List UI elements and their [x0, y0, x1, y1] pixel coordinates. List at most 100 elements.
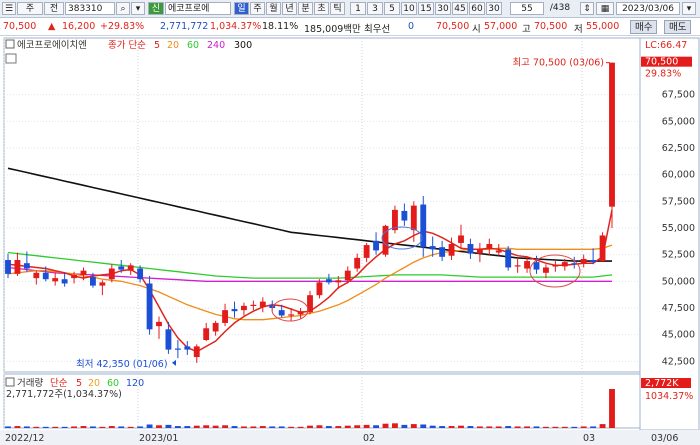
volume-percent: 1,034.37%: [210, 21, 262, 32]
turnover-rate: 18.11%: [262, 21, 299, 32]
volume-bar: [429, 425, 436, 428]
volume-bar: [590, 426, 597, 428]
candle-body: [250, 304, 257, 306]
candle-body: [505, 249, 512, 268]
open-label: 시: [472, 24, 481, 35]
interval-button-5[interactable]: 30: [435, 2, 451, 15]
y-tick-label: 60,000: [662, 170, 695, 181]
volume-bar: [146, 424, 153, 428]
legend-title: 에코프로에이치엔: [17, 39, 87, 51]
period-tab-1[interactable]: 주: [250, 2, 265, 15]
interval-button-6[interactable]: 45: [452, 2, 468, 15]
volume-bar: [420, 424, 427, 428]
volume-bar: [259, 426, 266, 428]
interval-button-7[interactable]: 60: [469, 2, 485, 15]
candle-body: [325, 279, 332, 283]
period-tab-2[interactable]: 월: [266, 2, 281, 15]
interval-button-1[interactable]: 3: [367, 2, 383, 15]
low-price: 55,000: [586, 21, 620, 32]
volume-legend-title: 거래량: [17, 377, 43, 389]
period-tab-0[interactable]: 일: [234, 2, 249, 15]
interval-button-2[interactable]: 5: [384, 2, 400, 15]
interval-button-0[interactable]: 1: [350, 2, 366, 15]
price-chart[interactable]: 67,500 65,000 62,500 60,000 57,500 55,000 52,5…: [0, 36, 700, 445]
candle-body: [363, 245, 370, 258]
legend-period-60: 60: [187, 40, 199, 51]
volume-bar: [401, 424, 408, 428]
interval-button-3[interactable]: 10: [401, 2, 417, 15]
buy-button[interactable]: 매수: [630, 20, 658, 34]
candle-body: [5, 260, 11, 274]
volume-legend-period-120: 120: [126, 378, 144, 389]
legend-toggle-icon: [5, 39, 15, 49]
candle-body: [495, 250, 502, 253]
grid: [0, 37, 700, 445]
volume: 2,771,772: [160, 21, 209, 32]
candle-body: [429, 246, 436, 250]
volume-bar: [514, 426, 521, 428]
volume-bar: [316, 425, 323, 428]
volume-bar: [184, 426, 191, 428]
candle-body: [231, 309, 238, 312]
volume-bar: [571, 426, 578, 428]
y-tick-label: 45,000: [662, 330, 695, 341]
volume-bar: [495, 426, 502, 428]
candle-body: [241, 305, 247, 311]
period-select[interactable]: 주: [17, 2, 43, 15]
candle-body: [448, 244, 455, 256]
volume-bar: [524, 426, 530, 428]
candle-body: [146, 283, 153, 330]
volume-bar: [609, 389, 615, 428]
dropdown-icon[interactable]: ▾: [131, 2, 145, 15]
volume-bar: [108, 426, 115, 428]
volume-bar: [363, 424, 370, 428]
volume-bar: [222, 425, 228, 428]
volume-bar: [118, 426, 125, 428]
pct-label: 29.83%: [645, 69, 681, 80]
calendar-icon[interactable]: ▦: [596, 2, 614, 15]
candle-body: [580, 258, 587, 264]
candle-body: [127, 265, 134, 271]
volume-bar: [99, 426, 106, 428]
volume-bar: [458, 425, 464, 428]
volume-bar: [137, 426, 144, 428]
calendar-picker-icon[interactable]: ▾: [682, 2, 696, 15]
candle-body: [316, 282, 323, 296]
search-icon[interactable]: ⌕: [116, 2, 130, 15]
low-label: 저: [574, 24, 583, 35]
interval-button-8[interactable]: 30: [486, 2, 502, 15]
candle-body: [297, 311, 304, 315]
menu-icon[interactable]: ☰: [2, 2, 16, 15]
sell-button[interactable]: 매도: [664, 20, 692, 34]
market-select[interactable]: 전: [44, 2, 64, 15]
volume-bar: [580, 426, 587, 428]
candle-body: [14, 260, 21, 274]
spin-icon[interactable]: ⇕: [580, 2, 594, 15]
candle-body: [590, 260, 597, 263]
trading-amount: 185,009백만: [304, 24, 361, 35]
interval-button-4[interactable]: 15: [418, 2, 434, 15]
stock-code-input[interactable]: 383310: [65, 2, 115, 15]
stock-name[interactable]: 에코프로에: [165, 2, 231, 15]
x-tick-label: 03: [583, 433, 595, 444]
up-arrow-icon: ▲: [48, 21, 56, 32]
period-tab-3[interactable]: 년: [282, 2, 297, 15]
candle-body: [108, 268, 115, 280]
date-field[interactable]: 2023/03/06: [616, 2, 680, 15]
volume-bar: [552, 426, 559, 428]
volume-bar: [14, 426, 21, 428]
volume-bar: [203, 425, 210, 428]
candles: [5, 62, 615, 363]
period-tab-6[interactable]: 틱: [330, 2, 345, 15]
candle-body: [99, 282, 106, 286]
x-tick-label: 03/06: [651, 433, 678, 444]
page-count[interactable]: 55: [510, 2, 544, 15]
period-tab-4[interactable]: 분: [298, 2, 313, 15]
candle-body: [222, 310, 228, 323]
high-label: 고: [522, 24, 531, 35]
period-tab-5[interactable]: 초: [314, 2, 329, 15]
candle-body: [458, 235, 464, 243]
candle-body: [599, 235, 606, 262]
volume-bar: [127, 426, 134, 428]
volume-bar: [476, 426, 483, 428]
